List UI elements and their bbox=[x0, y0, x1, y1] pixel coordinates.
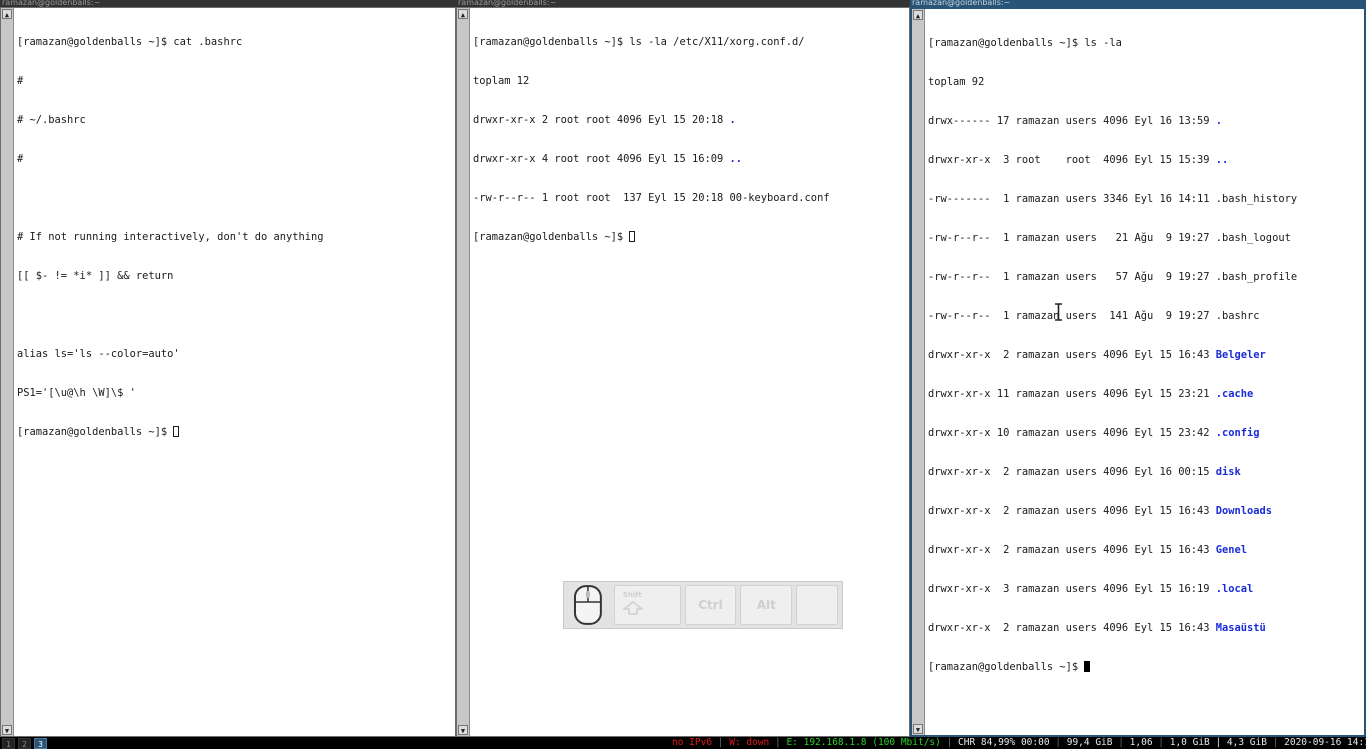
workspace-button-3[interactable]: 3 bbox=[34, 738, 47, 749]
scroll-down-arrow-icon[interactable]: ▼ bbox=[2, 725, 12, 735]
scrollbar[interactable]: ▲ ▼ bbox=[912, 9, 925, 735]
listing-row: drwxr-xr-x 2 ramazan users 4096 Eyl 15 1… bbox=[928, 349, 1266, 361]
directory-name: Masaüstü bbox=[1215, 622, 1266, 634]
memory-status: 1,0 GiB | 4,3 GiB bbox=[1169, 737, 1267, 748]
terminal-output[interactable]: [ramazan@goldenballs ~]$ cat .bashrc # #… bbox=[17, 10, 453, 734]
file-name: .bash_logout bbox=[1215, 232, 1291, 244]
terminal-output[interactable]: [ramazan@goldenballs ~]$ ls -la toplam 9… bbox=[928, 11, 1362, 733]
file-name: .bash_profile bbox=[1215, 271, 1298, 283]
ctrl-key[interactable]: Ctrl bbox=[684, 585, 737, 625]
directory-name: Genel bbox=[1215, 544, 1248, 556]
listing-row: -rw-r--r-- 1 ramazan users 141 Ağu 9 19:… bbox=[928, 310, 1260, 322]
battery-status: CHR 84,99% 00:00 bbox=[958, 737, 1050, 748]
listing-row: -rw------- 1 ramazan users 3346 Eyl 16 1… bbox=[928, 193, 1298, 205]
prompt: [ramazan@goldenballs ~]$ bbox=[928, 661, 1085, 673]
listing-row: drwx------ 17 ramazan users 4096 Eyl 16 … bbox=[928, 115, 1223, 127]
wifi-status: W: down bbox=[729, 737, 770, 748]
listing-row: drwxr-xr-x 11 ramazan users 4096 Eyl 15 … bbox=[928, 388, 1254, 400]
scroll-down-arrow-icon[interactable]: ▼ bbox=[458, 725, 468, 735]
listing-row: -rw-r--r-- 1 root root 137 Eyl 15 20:18 … bbox=[473, 192, 830, 204]
directory-name: .config bbox=[1215, 427, 1260, 439]
terminal-line: [[ $- != *i* ]] && return bbox=[17, 270, 174, 282]
file-name: .bash_history bbox=[1215, 193, 1298, 205]
listing-row: drwxr-xr-x 2 ramazan users 4096 Eyl 16 0… bbox=[928, 466, 1241, 478]
scroll-up-arrow-icon[interactable]: ▲ bbox=[913, 10, 923, 20]
alt-key[interactable]: Alt bbox=[740, 585, 793, 625]
prompt-line[interactable]: [ramazan@goldenballs ~]$ bbox=[928, 661, 1362, 674]
terminal-line: # ~/.bashrc bbox=[17, 114, 86, 126]
terminal-line: # bbox=[17, 75, 24, 87]
window-titlebar-3[interactable]: ramazan@goldenballs:~ bbox=[910, 0, 1366, 7]
listing-row: drwxr-xr-x 2 ramazan users 4096 Eyl 15 1… bbox=[928, 505, 1273, 517]
shift-key[interactable]: Shift bbox=[613, 585, 681, 625]
onscreen-keyboard[interactable]: Shift Ctrl Alt bbox=[563, 581, 843, 629]
shift-arrow-icon bbox=[622, 601, 643, 615]
listing-row: drwxr-xr-x 2 ramazan users 4096 Eyl 15 1… bbox=[928, 544, 1248, 556]
prompt: [ramazan@goldenballs ~]$ bbox=[17, 426, 174, 438]
listing-row: drwxr-xr-x 3 ramazan users 4096 Eyl 15 1… bbox=[928, 583, 1254, 595]
blank-key[interactable] bbox=[796, 585, 838, 625]
workspace-button-2[interactable]: 2 bbox=[18, 738, 31, 749]
window-titlebar-2[interactable]: ramazan@goldenballs:~ bbox=[456, 0, 910, 7]
scroll-up-arrow-icon[interactable]: ▲ bbox=[458, 9, 468, 19]
terminal-line: alias ls='ls --color=auto' bbox=[17, 348, 180, 360]
listing-row: drwxr-xr-x 3 root root 4096 Eyl 15 15:39… bbox=[928, 154, 1229, 166]
scroll-up-arrow-icon[interactable]: ▲ bbox=[2, 9, 12, 19]
listing-row: drwxr-xr-x 4 root root 4096 Eyl 15 16:09… bbox=[473, 153, 742, 165]
terminal-line: [ramazan@goldenballs ~]$ ls -la /etc/X11… bbox=[473, 36, 805, 48]
cursor-icon bbox=[173, 426, 180, 437]
directory-name: .. bbox=[1215, 154, 1229, 166]
ipv6-status: no IPv6 bbox=[672, 737, 713, 748]
directory-name: .cache bbox=[1215, 388, 1254, 400]
text-cursor-icon bbox=[1055, 303, 1062, 321]
listing-row: drwxr-xr-x 2 ramazan users 4096 Eyl 15 1… bbox=[928, 622, 1266, 634]
listing-row: drwxr-xr-x 2 root root 4096 Eyl 15 20:18… bbox=[473, 114, 736, 126]
prompt: [ramazan@goldenballs ~]$ bbox=[473, 231, 630, 243]
listing-row: -rw-r--r-- 1 ramazan users 57 Ağu 9 19:2… bbox=[928, 271, 1298, 283]
terminal-line: toplam 92 bbox=[928, 76, 985, 88]
status-bar: 1 2 3 no IPv6 | W: down | E: 192.168.1.8… bbox=[0, 737, 1366, 749]
file-name: .bashrc bbox=[1215, 310, 1260, 322]
load-status: 1,06 bbox=[1129, 737, 1153, 748]
mouse-icon[interactable] bbox=[570, 584, 606, 626]
terminal-pane-3[interactable]: ▲ ▼ [ramazan@goldenballs ~]$ ls -la topl… bbox=[910, 7, 1366, 737]
scrollbar[interactable]: ▲ ▼ bbox=[1, 8, 14, 736]
terminal-line: toplam 12 bbox=[473, 75, 530, 87]
listing-row: -rw-r--r-- 1 ramazan users 21 Ağu 9 19:2… bbox=[928, 232, 1291, 244]
terminal-line: # If not running interactively, don't do… bbox=[17, 231, 324, 243]
directory-name: .. bbox=[729, 153, 742, 165]
terminal-pane-1[interactable]: ▲ ▼ [ramazan@goldenballs ~]$ cat .bashrc… bbox=[0, 7, 456, 737]
scrollbar[interactable]: ▲ ▼ bbox=[457, 8, 470, 736]
directory-name: Downloads bbox=[1215, 505, 1273, 517]
prompt-line[interactable]: [ramazan@goldenballs ~]$ bbox=[17, 426, 453, 439]
cursor-icon bbox=[629, 231, 636, 242]
directory-name: .local bbox=[1215, 583, 1254, 595]
terminal-line: PS1='[\u@\h \W]\$ ' bbox=[17, 387, 136, 399]
ethernet-status: E: 192.168.1.8 (100 Mbit/s) bbox=[786, 737, 941, 748]
file-name: 00-keyboard.conf bbox=[729, 192, 830, 204]
disk-status: 99,4 GiB bbox=[1066, 737, 1113, 748]
scroll-down-arrow-icon[interactable]: ▼ bbox=[913, 724, 923, 734]
cursor-icon bbox=[1084, 661, 1091, 672]
listing-row: drwxr-xr-x 10 ramazan users 4096 Eyl 15 … bbox=[928, 427, 1260, 439]
window-titlebar-1[interactable]: ramazan@goldenballs:~ bbox=[0, 0, 456, 7]
clock: 2020-09-16 14:16:20 bbox=[1284, 737, 1366, 748]
directory-name: . bbox=[1215, 115, 1223, 127]
terminal-line: [ramazan@goldenballs ~]$ cat .bashrc bbox=[17, 36, 243, 48]
shift-label: Shift bbox=[622, 591, 642, 599]
workspace-button-1[interactable]: 1 bbox=[2, 738, 15, 749]
terminal-line: # bbox=[17, 153, 24, 165]
directory-name: . bbox=[729, 114, 736, 126]
terminal-line: [ramazan@goldenballs ~]$ ls -la bbox=[928, 37, 1122, 49]
prompt-line[interactable]: [ramazan@goldenballs ~]$ bbox=[473, 231, 907, 244]
status-items: no IPv6 | W: down | E: 192.168.1.8 (100 … bbox=[672, 737, 1366, 749]
directory-name: disk bbox=[1215, 466, 1241, 478]
directory-name: Belgeler bbox=[1215, 349, 1266, 361]
